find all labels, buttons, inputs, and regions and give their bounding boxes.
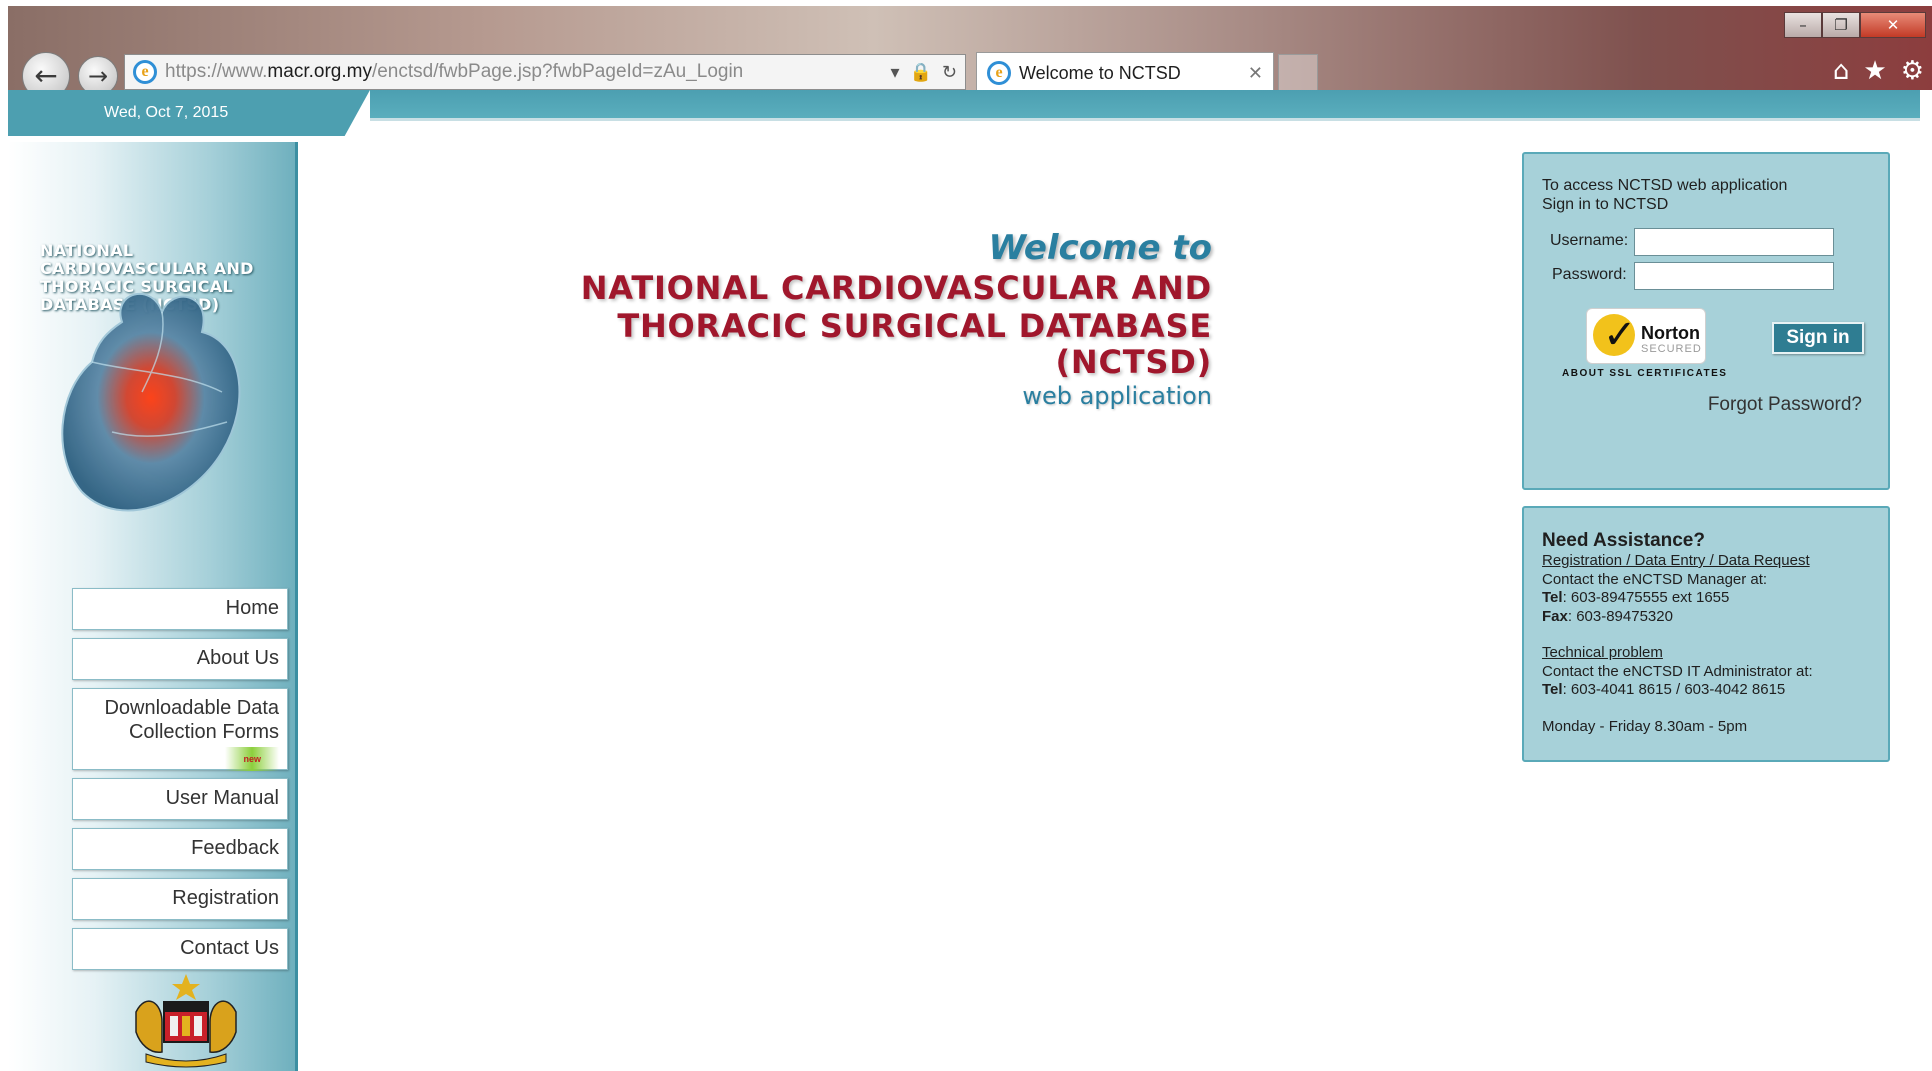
sidebar-item-downloadable-forms[interactable]: Downloadable Data Collection Forms new [72,688,288,771]
password-label: Password: [1552,266,1627,283]
refresh-icon[interactable]: ↻ [942,62,957,83]
header-strip-line [370,118,1920,121]
tab-welcome[interactable]: e Welcome to NCTSD ✕ [976,52,1274,94]
coat-of-arms-icon [135,974,237,1068]
fax-value: : 603-89475320 [1567,607,1673,625]
gear-icon[interactable]: ⚙ [1901,56,1924,86]
heart-illustration-icon [61,293,241,512]
welcome-heading: Welcome to NATIONAL CARDIOVASCULAR AND T… [560,228,1212,410]
minimize-icon[interactable]: – [1784,12,1822,38]
registration-link[interactable]: Registration / Data Entry / Data Request [1542,552,1882,571]
sidebar-item-label: Downloadable Data Collection Forms [104,697,279,743]
dropdown-arrow-icon[interactable]: ▾ [890,62,899,83]
registration-contact: Contact the eNCTSD Manager at: [1542,570,1768,588]
norton-seal[interactable]: ✓ Norton SECURED [1586,308,1706,364]
login-intro-line1: To access NCTSD web application [1542,177,1788,194]
sidebar-item-label: Contact Us [180,937,279,959]
restore-icon[interactable]: ❐ [1822,12,1860,38]
sidebar-item-user-manual[interactable]: User Manual [72,778,288,820]
tab-title: Welcome to NCTSD [1019,62,1181,83]
address-controls: ▾ 🔒 ↻ [890,62,965,83]
header-strip [370,90,1920,118]
assistance-title: Need Assistance? [1542,530,1705,551]
sidebar: NATIONAL CARDIOVASCULAR AND THORACIC SUR… [8,142,298,1071]
url-text[interactable]: https://www.macr.org.my/enctsd/fwbPage.j… [165,61,743,83]
about-ssl-link[interactable]: ABOUT SSL CERTIFICATES [1562,368,1727,379]
technical-contact: Contact the eNCTSD IT Administrator at: [1542,662,1813,680]
header-bar: Wed, Oct 7, 2015 [8,90,1920,136]
sidebar-item-registration[interactable]: Registration [72,878,288,920]
assistance-body: Need Assistance? Registration / Data Ent… [1542,530,1882,736]
registration-tel: Tel: 603-89475555 ext 1655 [1542,589,1882,608]
new-tab-button[interactable] [1278,54,1318,94]
new-badge: new [225,747,279,771]
close-window-icon[interactable]: ✕ [1860,12,1926,38]
home-icon[interactable]: ⌂ [1833,56,1850,86]
sidebar-item-label: Home [225,597,279,619]
url-domain: macr.org.my [267,61,372,82]
username-field[interactable] [1634,228,1834,256]
address-bar[interactable]: e https://www.macr.org.my/enctsd/fwbPage… [124,54,966,90]
norton-name: Norton [1641,323,1700,343]
browser-window: ← → e https://www.macr.org.my/enctsd/fwb… [0,0,1932,1071]
fax-label: Fax [1542,607,1568,625]
registration-fax: Fax: 603-89475320 [1542,608,1882,627]
sidebar-item-label: Registration [172,887,279,909]
url-prefix: https://www. [165,61,268,82]
login-intro: To access NCTSD web application Sign in … [1542,176,1787,214]
tel-value: : 603-89475555 ext 1655 [1562,589,1730,606]
url-path: /enctsd/fwbPage.jsp?fwbPageId=zAu_Login [371,61,744,82]
browser-toolbar-icons: ⌂ ★ ⚙ [1833,56,1924,86]
browser-titlebar: ← → e https://www.macr.org.my/enctsd/fwb… [8,6,1932,100]
star-icon[interactable]: ★ [1863,56,1886,86]
norton-secured: SECURED [1641,343,1702,355]
welcome-line: Welcome to [988,228,1213,268]
ie-favicon-icon: e [133,60,157,84]
tel-label: Tel [1542,589,1563,606]
login-panel: To access NCTSD web application Sign in … [1522,152,1890,490]
sidebar-menu: Home About Us Downloadable Data Collecti… [72,588,296,978]
tab-favicon-icon: e [987,61,1011,85]
assistance-panel: Need Assistance? Registration / Data Ent… [1522,506,1890,762]
sidebar-item-label: About Us [196,647,279,669]
tel-value: : 603-4041 8615 / 603-4042 8615 [1562,681,1786,698]
password-field[interactable] [1634,262,1834,290]
sidebar-item-label: User Manual [165,787,279,809]
username-label: Username: [1550,232,1629,249]
welcome-title-line1: NATIONAL CARDIOVASCULAR AND [580,269,1212,307]
forgot-password-link[interactable]: Forgot Password? [1708,394,1862,416]
welcome-subtitle: web application [1022,382,1212,410]
sidebar-item-home[interactable]: Home [72,588,288,630]
technical-problem-link[interactable]: Technical problem [1542,644,1882,663]
sidebar-item-contact-us[interactable]: Contact Us [72,928,288,970]
tab-close-icon[interactable]: ✕ [1248,63,1263,84]
office-hours: Monday - Friday 8.30am - 5pm [1542,717,1748,735]
login-intro-line2: Sign in to NCTSD [1542,196,1669,213]
sidebar-item-label: Feedback [191,837,279,859]
tel-label: Tel [1542,681,1563,698]
lock-icon[interactable]: 🔒 [909,62,931,83]
sidebar-item-about-us[interactable]: About Us [72,638,288,680]
sign-in-button[interactable]: Sign in [1772,322,1864,354]
technical-tel: Tel: 603-4041 8615 / 603-4042 8615 [1542,681,1882,700]
norton-check-icon: ✓ [1593,312,1637,358]
sidebar-item-feedback[interactable]: Feedback [72,828,288,870]
window-controls: – ❐ ✕ [1784,12,1926,38]
welcome-title-line2: THORACIC SURGICAL DATABASE (NCTSD) [617,307,1212,381]
current-date: Wed, Oct 7, 2015 [104,104,229,121]
